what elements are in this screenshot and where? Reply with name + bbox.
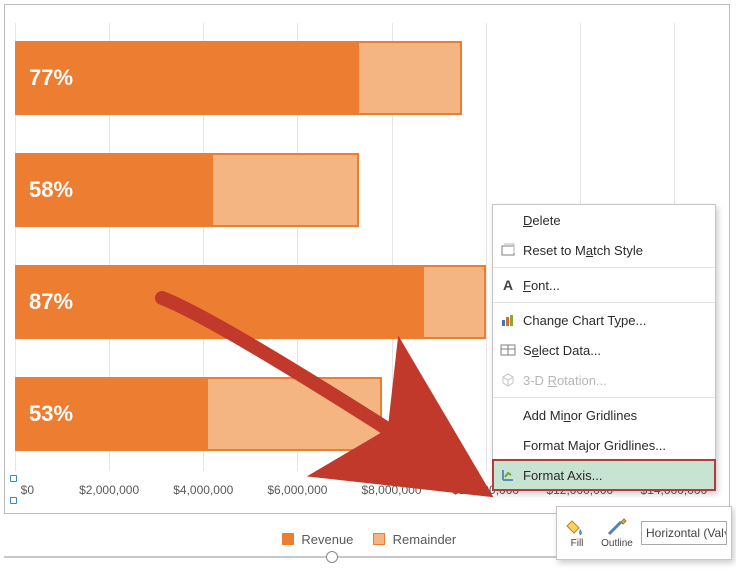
- menu-reset-style[interactable]: Reset to Match Style: [493, 235, 715, 265]
- data-label: 87%: [29, 289, 73, 315]
- x-tick-label: $0: [21, 483, 34, 497]
- menu-format-major-gridlines[interactable]: Format Major Gridlines...: [493, 430, 715, 460]
- menu-label: 3-D Rotation...: [523, 373, 607, 388]
- x-tick-label: $6,000,000: [267, 483, 327, 497]
- selection-handle[interactable]: [10, 475, 17, 482]
- menu-label: Change Chart Type...: [523, 313, 646, 328]
- select-data-icon: [493, 342, 523, 358]
- context-menu: Delete Reset to Match Style A Font... Ch…: [492, 204, 716, 491]
- menu-add-minor-gridlines[interactable]: Add Minor Gridlines: [493, 400, 715, 430]
- chart-element-selector[interactable]: Horizontal (Val ▾: [641, 521, 727, 545]
- x-tick-label: $4,000,000: [173, 483, 233, 497]
- mini-toolbar: Fill Outline Horizontal (Val ▾: [556, 506, 732, 560]
- menu-delete[interactable]: Delete: [493, 205, 715, 235]
- menu-3d-rotation: 3-D Rotation...: [493, 365, 715, 395]
- data-label: 58%: [29, 177, 73, 203]
- menu-label: Format Axis...: [523, 468, 602, 483]
- cube-icon: [493, 372, 523, 388]
- legend-swatch: [282, 533, 294, 545]
- menu-separator: [493, 397, 715, 398]
- outline-button[interactable]: Outline: [597, 507, 637, 559]
- menu-label: Add Minor Gridlines: [523, 408, 637, 423]
- menu-select-data[interactable]: Select Data...: [493, 335, 715, 365]
- slider-thumb[interactable]: [326, 551, 338, 563]
- bar-revenue[interactable]: [15, 265, 424, 339]
- legend-entry-revenue[interactable]: Revenue: [282, 532, 354, 547]
- menu-label: Font...: [523, 278, 560, 293]
- bar[interactable]: 77%: [15, 41, 721, 115]
- menu-font[interactable]: A Font...: [493, 270, 715, 300]
- selector-value: Horizontal (Val: [646, 526, 724, 540]
- fill-button[interactable]: Fill: [557, 507, 597, 559]
- menu-format-axis[interactable]: Format Axis...: [493, 460, 715, 490]
- outline-label: Outline: [601, 538, 633, 549]
- legend-entry-remainder[interactable]: Remainder: [373, 532, 456, 547]
- data-label: 77%: [29, 65, 73, 91]
- axis-icon: [493, 467, 523, 483]
- menu-label: Select Data...: [523, 343, 601, 358]
- outline-icon: [606, 518, 628, 538]
- selection-handle[interactable]: [10, 497, 17, 504]
- chevron-down-icon: ▾: [724, 528, 727, 539]
- fill-label: Fill: [571, 538, 584, 549]
- legend-label: Remainder: [393, 532, 457, 547]
- legend-label: Revenue: [301, 532, 353, 547]
- menu-separator: [493, 302, 715, 303]
- menu-label: Format Major Gridlines...: [523, 438, 666, 453]
- menu-separator: [493, 267, 715, 268]
- menu-label: Reset to Match Style: [523, 243, 643, 258]
- chart-type-icon: [493, 312, 523, 328]
- x-tick-label: $2,000,000: [79, 483, 139, 497]
- reset-style-icon: [493, 242, 523, 258]
- font-icon: A: [493, 277, 523, 293]
- data-label: 53%: [29, 401, 73, 427]
- menu-change-chart-type[interactable]: Change Chart Type...: [493, 305, 715, 335]
- menu-label: Delete: [523, 213, 561, 228]
- x-tick-label: $8,000,000: [361, 483, 421, 497]
- fill-icon: [566, 518, 588, 538]
- legend-swatch: [373, 533, 385, 545]
